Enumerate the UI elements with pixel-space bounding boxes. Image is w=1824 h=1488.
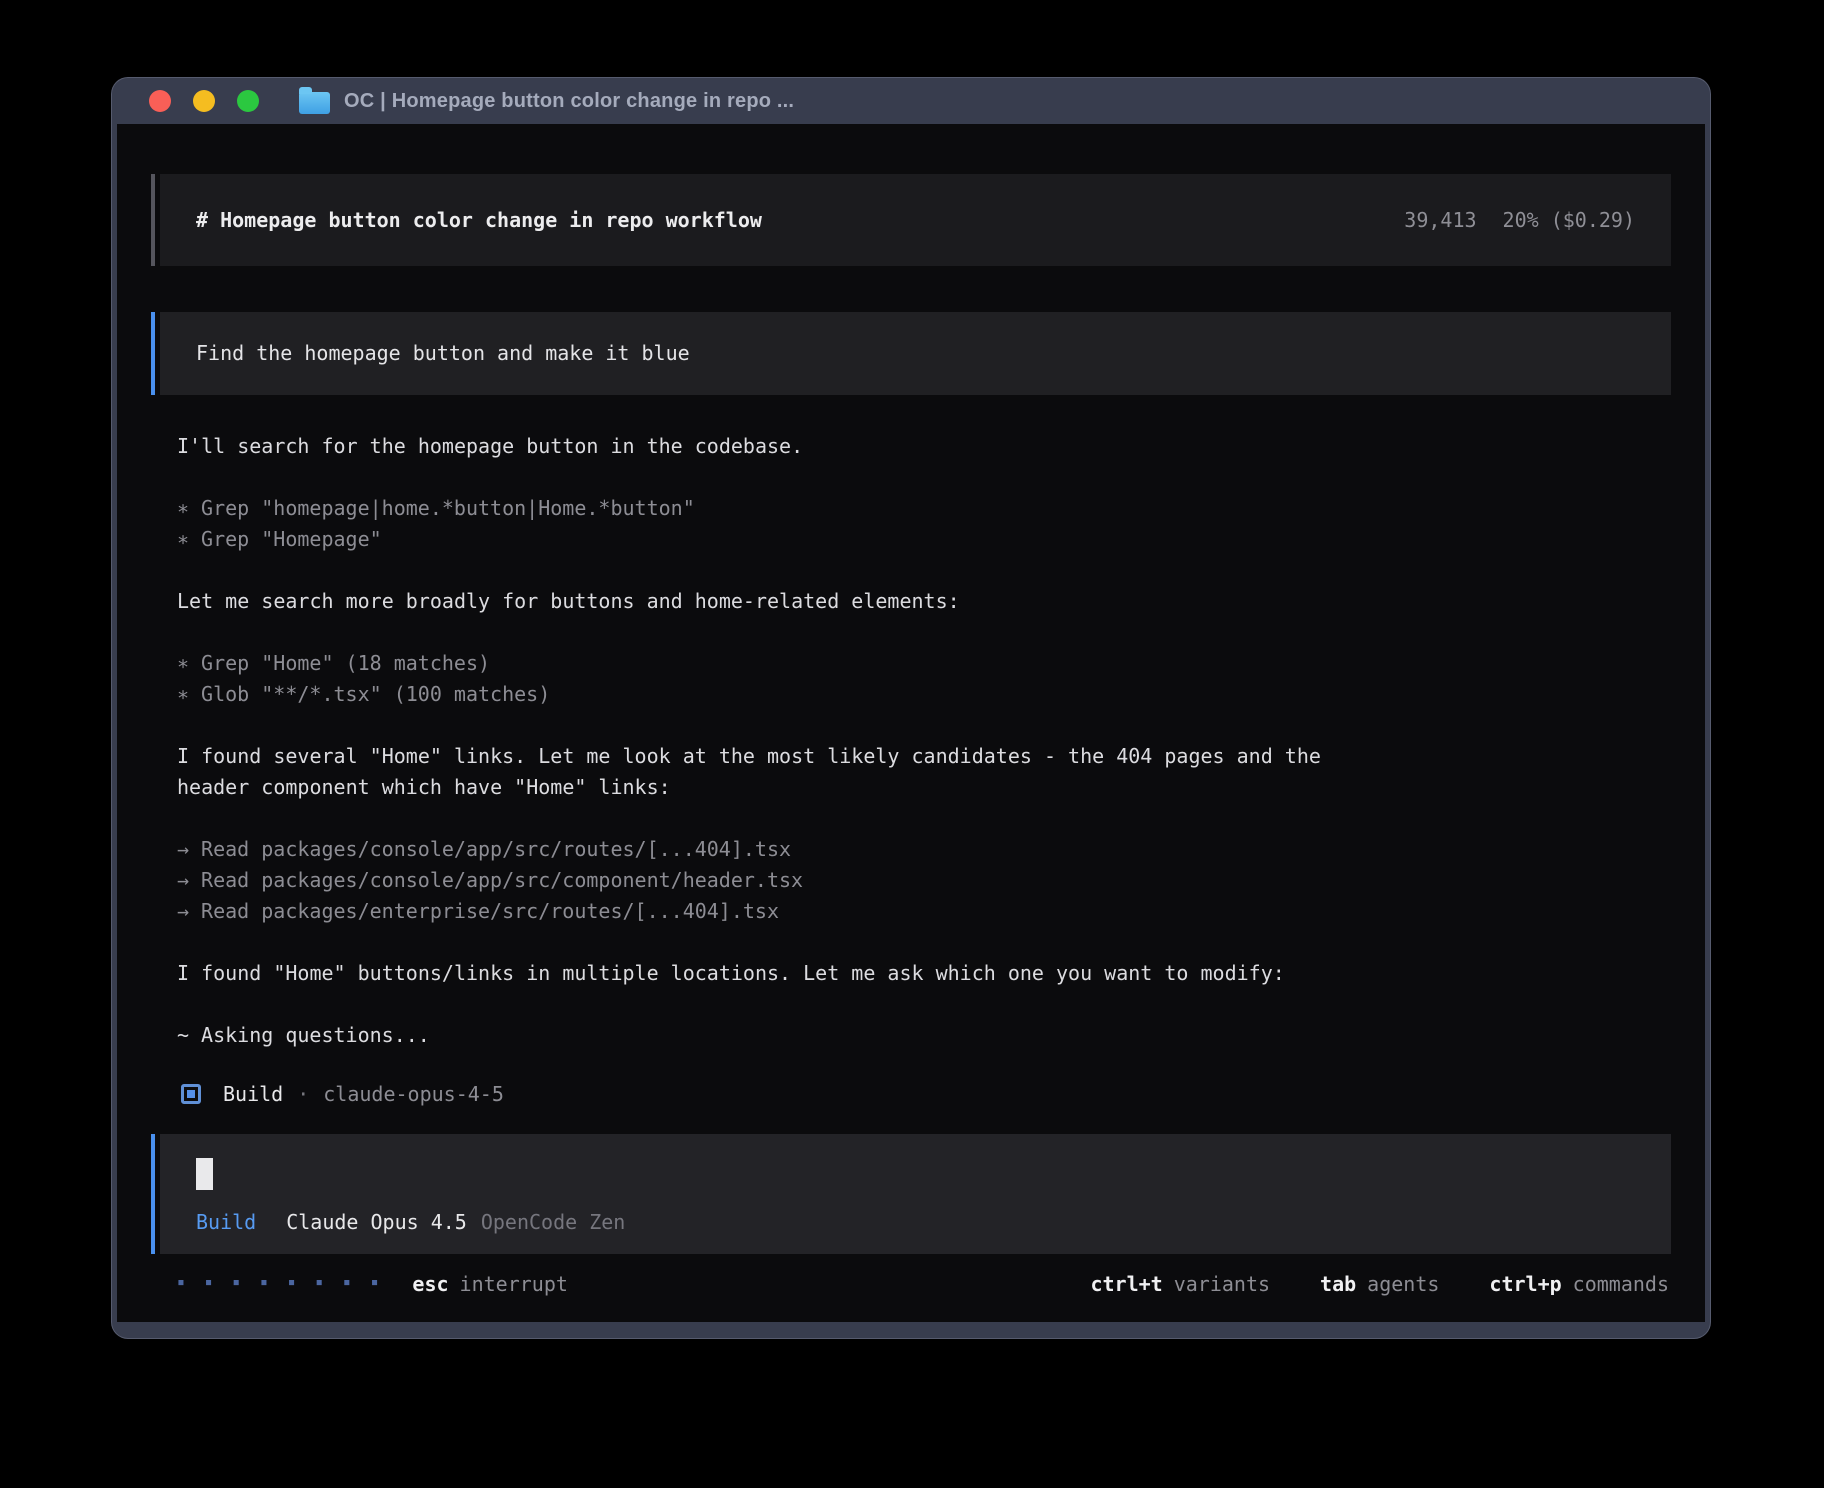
terminal-content: # Homepage button color change in repo w… xyxy=(117,124,1705,1322)
shortcut-label: variants xyxy=(1174,1272,1270,1296)
tool-call-read: → Read packages/console/app/src/routes/[.… xyxy=(177,834,1671,865)
session-header: # Homepage button color change in repo w… xyxy=(151,174,1671,266)
minimize-button[interactable] xyxy=(193,90,215,112)
assistant-paragraph: I found several "Home" links. Let me loo… xyxy=(177,741,1393,803)
status-text: Asking questions... xyxy=(201,1023,430,1047)
tool-call-text: Read packages/console/app/src/routes/[..… xyxy=(201,837,791,861)
window-title: OC | Homepage button color change in rep… xyxy=(344,90,794,113)
agent-status: Build · claude-opus-4-5 xyxy=(151,1082,1671,1106)
spinner-dots-icon: ▪ ▪ ▪ ▪ ▪ ▪ ▪ ▪ xyxy=(177,1275,384,1290)
tool-call-glob: ∗ Glob "**/*.tsx" (100 matches) xyxy=(177,679,1671,710)
tool-call-text: Grep "Home" (18 matches) xyxy=(201,651,490,675)
session-header-accent-bar xyxy=(151,174,155,266)
window-bottom-edge xyxy=(117,1322,1705,1338)
composer-meta: Build Claude Opus 4.5 OpenCode Zen xyxy=(196,1210,1635,1234)
titlebar-title-group: OC | Homepage button color change in rep… xyxy=(299,89,794,114)
shortcut-interrupt[interactable]: esc interrupt xyxy=(412,1272,568,1296)
folder-icon xyxy=(299,92,330,114)
arrow-right-icon: → xyxy=(177,837,189,861)
composer-accent-bar xyxy=(151,1134,155,1254)
agent-name: Build xyxy=(223,1082,283,1106)
tool-call-text: Grep "homepage|home.*button|Home.*button… xyxy=(201,496,695,520)
prompt-input[interactable] xyxy=(196,1158,1635,1190)
tool-bullet-icon: ∗ xyxy=(177,527,189,551)
build-agent-icon xyxy=(181,1084,201,1104)
tool-call-grep: ∗ Grep "Home" (18 matches) xyxy=(177,648,1671,679)
shortcut-commands[interactable]: ctrl+p commands xyxy=(1489,1272,1669,1296)
token-count: 39,413 xyxy=(1404,208,1476,232)
provider-label: OpenCode Zen xyxy=(481,1210,626,1234)
titlebar: OC | Homepage button color change in rep… xyxy=(117,78,1705,124)
tool-call-grep: ∗ Grep "homepage|home.*button|Home.*butto… xyxy=(177,493,1671,524)
dot-separator: · xyxy=(297,1082,309,1106)
tool-call-read: → Read packages/enterprise/src/routes/[..… xyxy=(177,896,1671,927)
terminal-window: OC | Homepage button color change in rep… xyxy=(112,78,1710,1338)
tool-call-text: Glob "**/*.tsx" (100 matches) xyxy=(201,682,550,706)
shortcut-key: ctrl+t xyxy=(1090,1272,1162,1296)
composer: Build Claude Opus 4.5 OpenCode Zen xyxy=(151,1134,1671,1254)
assistant-transcript: I'll search for the homepage button in t… xyxy=(151,431,1671,1051)
user-message-accent-bar xyxy=(151,312,155,395)
assistant-paragraph: I'll search for the homepage button in t… xyxy=(177,431,1393,462)
tool-bullet-icon: ∗ xyxy=(177,496,189,520)
shortcut-label: interrupt xyxy=(460,1272,568,1296)
user-message-text: Find the homepage button and make it blu… xyxy=(160,312,1671,395)
tool-call-text: Read packages/console/app/src/component/… xyxy=(201,868,803,892)
asking-questions-status: ~ Asking questions... xyxy=(177,1020,1393,1051)
traffic-lights xyxy=(149,90,259,112)
shortcut-label: commands xyxy=(1573,1272,1669,1296)
mode-label[interactable]: Build xyxy=(196,1210,256,1234)
shortcut-variants[interactable]: ctrl+t variants xyxy=(1090,1272,1270,1296)
tool-call-grep: ∗ Grep "Homepage" xyxy=(177,524,1671,555)
tilde-icon: ~ xyxy=(177,1023,189,1047)
session-title: # Homepage button color change in repo w… xyxy=(196,208,762,232)
tool-bullet-icon: ∗ xyxy=(177,682,189,706)
arrow-right-icon: → xyxy=(177,868,189,892)
model-label[interactable]: Claude Opus 4.5 xyxy=(286,1210,467,1234)
shortcut-key: tab xyxy=(1320,1272,1356,1296)
shortcut-key: esc xyxy=(412,1272,448,1296)
shortcut-label: agents xyxy=(1367,1272,1439,1296)
shortcut-agents[interactable]: tab agents xyxy=(1320,1272,1439,1296)
arrow-right-icon: → xyxy=(177,899,189,923)
agent-model: claude-opus-4-5 xyxy=(323,1082,504,1106)
tool-call-read: → Read packages/console/app/src/component… xyxy=(177,865,1671,896)
assistant-paragraph: Let me search more broadly for buttons a… xyxy=(177,586,1393,617)
status-footer: ▪ ▪ ▪ ▪ ▪ ▪ ▪ ▪ esc interrupt ctrl+t var… xyxy=(151,1272,1671,1296)
tool-call-text: Read packages/enterprise/src/routes/[...… xyxy=(201,899,779,923)
context-usage: 20% ($0.29) xyxy=(1503,208,1635,232)
tool-bullet-icon: ∗ xyxy=(177,651,189,675)
assistant-paragraph: I found "Home" buttons/links in multiple… xyxy=(177,958,1393,989)
close-button[interactable] xyxy=(149,90,171,112)
shortcut-key: ctrl+p xyxy=(1489,1272,1561,1296)
tool-call-text: Grep "Homepage" xyxy=(201,527,382,551)
session-stats: 39,413 20% ($0.29) xyxy=(1404,208,1635,232)
user-message: Find the homepage button and make it blu… xyxy=(151,312,1671,395)
zoom-button[interactable] xyxy=(237,90,259,112)
text-cursor xyxy=(196,1158,213,1190)
